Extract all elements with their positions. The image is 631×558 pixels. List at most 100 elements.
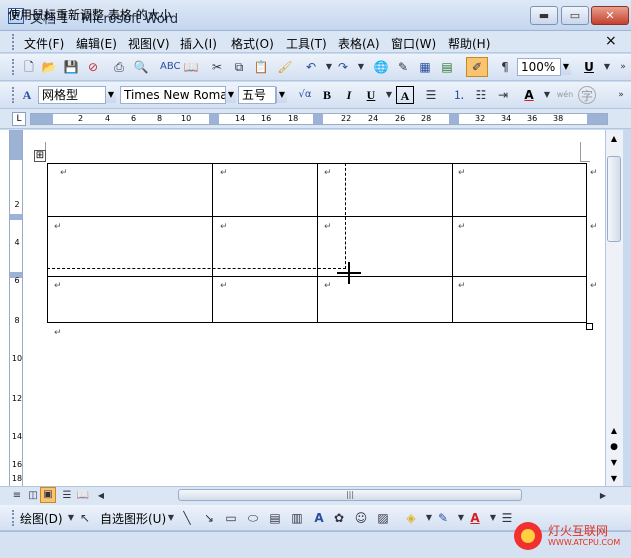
drawing-toolbar-icon[interactable]: ✐ [466,57,488,77]
increase-indent-icon[interactable]: ⇥ [494,86,512,104]
open-folder-icon[interactable]: 📂 [40,58,58,76]
menu-format[interactable]: 格式(O) [231,35,274,52]
menu-table[interactable]: 表格(A) [338,35,380,52]
cut-icon[interactable]: ✂ [208,58,226,76]
table-resize-handle[interactable] [586,323,593,330]
ruler-tick: 24 [368,114,379,123]
style-dropdown-icon[interactable]: ▼ [105,87,116,103]
maximize-button[interactable]: ▭ [561,6,589,25]
clip-art-icon[interactable]: ☺ [352,509,370,527]
scroll-down-icon[interactable]: ▼ [608,474,620,486]
previous-page-icon[interactable]: ▲ [608,426,620,438]
rectangle-tool-icon[interactable]: ▭ [222,509,240,527]
research-icon[interactable]: 📖 [182,58,200,76]
italic-button[interactable]: I [340,86,358,104]
vertical-scroll-thumb[interactable] [607,156,621,242]
hyperlink-icon[interactable]: 🌐 [372,58,390,76]
tab-selector-icon[interactable]: L [12,112,26,126]
toolbar-grip[interactable] [12,87,16,103]
menu-insert[interactable]: 插入(I) [180,35,217,52]
reading-layout-icon[interactable]: 📖 [74,487,92,505]
insert-picture-icon[interactable]: ▨ [374,509,392,527]
toolbar-options-icon[interactable]: » [612,86,630,104]
menu-view[interactable]: 视图(V) [128,35,170,52]
print-preview-icon[interactable]: 🔍 [132,58,150,76]
paste-icon[interactable]: 📋 [252,58,270,76]
save-icon[interactable]: 💾 [62,58,80,76]
autoshapes-menu-button[interactable]: 自选图形(U) [100,510,166,527]
scroll-right-icon[interactable]: ▶ [594,487,612,505]
redo-icon[interactable]: ↷ [334,58,352,76]
new-document-icon[interactable]: 🗋 [20,58,38,76]
select-browse-object-icon[interactable]: ● [608,442,620,454]
select-objects-icon[interactable]: ↖ [76,509,94,527]
horizontal-ruler[interactable]: 2 4 6 8 10 14 16 18 22 24 26 28 32 34 36… [30,113,608,125]
insert-excel-icon[interactable]: ▤ [438,58,456,76]
table-border[interactable] [452,163,453,323]
font-color-button[interactable]: A [520,86,538,104]
bold-button[interactable]: B [318,86,336,104]
permission-icon[interactable]: ⊘ [84,58,102,76]
numbering-icon[interactable]: ⒈ [450,86,468,104]
diagram-icon[interactable]: ✿ [330,509,348,527]
font-combo[interactable]: Times New Roma [120,86,226,104]
vertical-text-box-icon[interactable]: ▥ [288,509,306,527]
show-hide-marks-icon[interactable]: ¶ [496,58,514,76]
font-size-combo[interactable]: 五号 [238,86,276,104]
draw-menu-button[interactable]: 绘图(D) [20,510,63,527]
horizontal-scroll-thumb[interactable]: ||| [178,489,522,501]
style-combo[interactable]: 网格型 [38,86,106,104]
font-dropdown-icon[interactable]: ▼ [225,87,236,103]
toolbar-grip[interactable] [12,59,16,75]
print-icon[interactable]: ⎙ [110,58,128,76]
table-move-handle-icon[interactable]: ⊞ [34,150,46,162]
align-center-icon[interactable]: ☰ [422,86,440,104]
vertical-ruler[interactable]: 2 4 6 8 10 12 14 16 18 [9,130,23,486]
character-border-button[interactable]: A [396,86,414,104]
underline-format-button[interactable]: U [362,86,380,104]
toolbar-grip[interactable] [12,510,16,526]
menu-file[interactable]: 文件(F) [24,35,64,52]
fill-color-icon[interactable]: ◈ [402,509,420,527]
arrow-tool-icon[interactable]: ↘ [200,509,218,527]
zoom-dropdown-icon[interactable]: ▼ [560,59,571,75]
document-close-icon[interactable]: × [605,33,617,49]
print-layout-icon[interactable]: ▣ [40,487,56,503]
format-painter-icon[interactable]: 🖌 [276,58,294,76]
oval-tool-icon[interactable]: ⬭ [244,509,262,527]
scroll-left-icon[interactable]: ◀ [92,487,110,505]
next-page-icon[interactable]: ▼ [608,458,620,470]
table-border[interactable] [586,163,587,323]
underline-button[interactable]: U [580,58,598,76]
line-tool-icon[interactable]: ╲ [178,509,196,527]
bullets-icon[interactable]: ☷ [472,86,490,104]
menu-tools[interactable]: 工具(T) [286,35,327,52]
enclose-characters-button[interactable]: 字 [578,86,596,104]
font-size-dropdown-icon[interactable]: ▼ [276,87,287,103]
scroll-up-icon[interactable]: ▲ [608,134,620,146]
menu-window[interactable]: 窗口(W) [391,35,436,52]
minimize-button[interactable]: ▬ [530,6,558,25]
draw-font-color-icon[interactable]: A [466,509,484,527]
equation-icon[interactable]: √α [296,86,314,104]
insert-table-icon[interactable]: ▦ [416,58,434,76]
menu-help[interactable]: 帮助(H) [448,35,490,52]
line-color-icon[interactable]: ✎ [434,509,452,527]
copy-icon[interactable]: ⧉ [230,58,248,76]
toolbar-options-icon[interactable]: » [614,58,631,76]
vruler-tick: 10 [11,354,23,363]
cell-end-mark: ↵ [324,222,332,232]
menu-grip[interactable] [12,34,16,50]
spelling-icon[interactable]: ABC [160,58,181,76]
menu-edit[interactable]: 编辑(E) [76,35,117,52]
tables-borders-icon[interactable]: ✎ [394,58,412,76]
phonetic-guide-button[interactable]: wén [554,86,576,104]
zoom-combo[interactable]: 100% [517,58,561,76]
resize-cursor-icon [348,262,350,284]
close-button[interactable]: ✕ [591,6,629,25]
text-box-icon[interactable]: ▤ [266,509,284,527]
redo-dropdown-icon[interactable]: ▼ [352,58,370,76]
undo-icon[interactable]: ↶ [302,58,320,76]
wordart-icon[interactable]: A [310,509,328,527]
styles-pane-icon[interactable]: A [18,86,36,104]
